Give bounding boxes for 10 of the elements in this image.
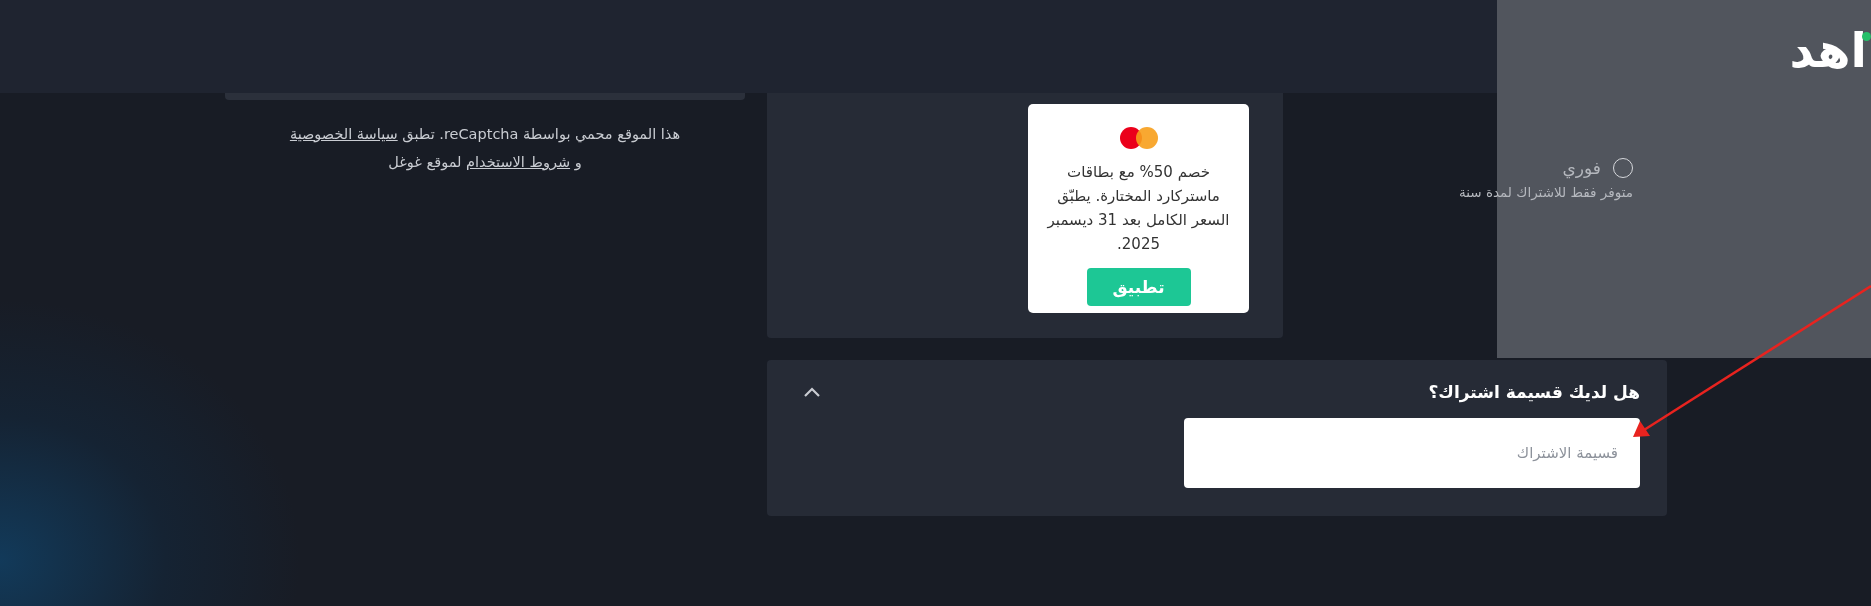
voucher-title: هل لديك قسيمة اشتراك؟ [1428,382,1640,402]
recaptcha-notice: هذا الموقع محمي بواسطة reCaptcha. تطبق سياسة الخصوصية و شروط الاستخدام لموقع غوغل [288,125,682,173]
privacy-link[interactable]: سياسة الخصوصية [289,126,398,142]
card-logo-icon [1117,126,1160,150]
option-subtitle: متوفر فقط للاشتراك لمدة سنة [1458,184,1633,200]
offer-text: خصم 50% مع بطاقات ماستركارد المختارة. يطبّق السعر الكامل بعد 31 ديسمبر 2025. [1046,162,1231,255]
terms-link[interactable]: شروط الاستخدام [466,154,571,170]
option-label: فوري [1562,158,1601,178]
chevron-up-icon[interactable] [802,385,822,399]
voucher-field[interactable]: قسيمة الاشتراك [1184,418,1640,488]
